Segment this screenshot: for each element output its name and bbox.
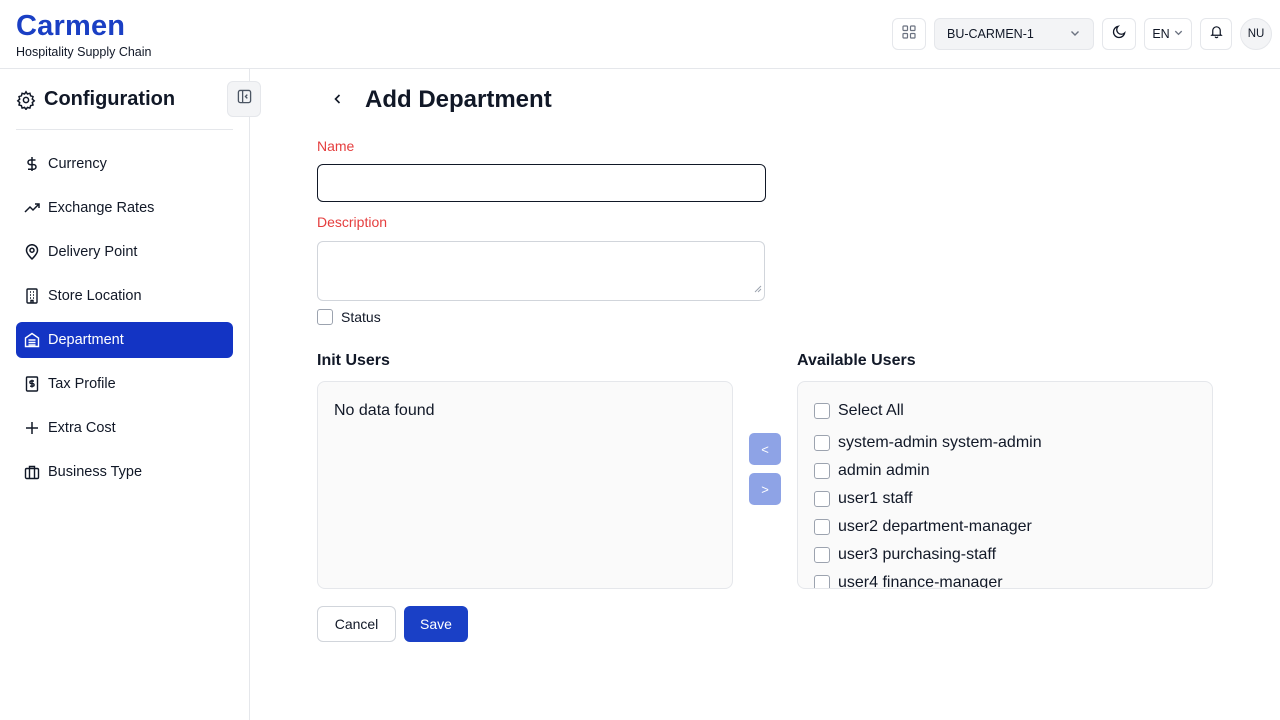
resize-grip-icon[interactable]: [754, 280, 762, 298]
building-icon: [24, 288, 40, 304]
top-header: Carmen Hospitality Supply Chain BU-CARME…: [0, 0, 1280, 69]
department-icon: [24, 332, 40, 348]
list-item[interactable]: system-admin system-admin: [814, 434, 1042, 452]
sidebar-header: Configuration: [16, 81, 233, 130]
user-name: admin admin: [838, 462, 930, 479]
brand-subtitle: Hospitality Supply Chain: [16, 45, 152, 59]
sidebar: Configuration Currency Exchange Rates De…: [0, 69, 261, 720]
language-select[interactable]: EN: [1144, 18, 1192, 50]
sidebar-item-tax-profile[interactable]: Tax Profile: [16, 366, 233, 402]
sidebar-collapse-button[interactable]: [227, 81, 261, 117]
sidebar-item-currency[interactable]: Currency: [16, 146, 233, 182]
chevron-down-icon: [1069, 27, 1081, 42]
chevron-left-icon: [332, 92, 344, 110]
brand-title: Carmen: [16, 10, 126, 42]
status-checkbox[interactable]: [317, 309, 333, 325]
cancel-button[interactable]: Cancel: [317, 606, 396, 642]
select-all-label: Select All: [838, 402, 904, 419]
user-checkbox[interactable]: [814, 435, 830, 451]
sidebar-item-store-location[interactable]: Store Location: [16, 278, 233, 314]
sidebar-item-label: Store Location: [48, 288, 142, 304]
empty-state-text: No data found: [334, 402, 435, 419]
bell-icon: [1209, 24, 1224, 44]
sidebar-item-label: Business Type: [48, 464, 143, 480]
panel-left-icon: [237, 89, 252, 109]
move-left-button[interactable]: <: [749, 433, 781, 465]
sidebar-item-label: Extra Cost: [48, 420, 116, 436]
user-name: user4 finance-manager: [838, 574, 1003, 589]
sidebar-item-delivery-point[interactable]: Delivery Point: [16, 234, 233, 270]
user-checkbox[interactable]: [814, 463, 830, 479]
user-name: user2 department-manager: [838, 518, 1032, 535]
chevron-down-icon: [1173, 27, 1184, 41]
user-checkbox[interactable]: [814, 491, 830, 507]
user-checkbox[interactable]: [814, 547, 830, 563]
sidebar-item-label: Tax Profile: [48, 376, 116, 392]
business-unit-value: BU-CARMEN-1: [947, 27, 1034, 41]
language-value: EN: [1152, 27, 1170, 41]
available-users-label: Available Users: [797, 352, 916, 369]
user-checkbox[interactable]: [814, 519, 830, 535]
sidebar-item-extra-cost[interactable]: Extra Cost: [16, 410, 233, 446]
plus-icon: [24, 420, 40, 436]
sidebar-item-label: Currency: [48, 156, 107, 172]
user-avatar[interactable]: NU: [1240, 18, 1272, 50]
user-checkbox[interactable]: [814, 575, 830, 588]
user-name: user3 purchasing-staff: [838, 546, 997, 563]
select-all-row[interactable]: Select All: [814, 402, 904, 420]
page-title: Add Department: [365, 86, 552, 113]
list-item[interactable]: user4 finance-manager: [814, 574, 1003, 589]
brand[interactable]: Carmen Hospitality Supply Chain: [16, 10, 152, 60]
list-item[interactable]: admin admin: [814, 462, 930, 480]
list-item[interactable]: user2 department-manager: [814, 518, 1032, 536]
name-input[interactable]: [317, 164, 766, 202]
available-users-list[interactable]: Select All system-admin system-admin adm…: [797, 381, 1213, 589]
user-name: user1 staff: [838, 490, 913, 507]
back-button[interactable]: [327, 90, 349, 112]
gear-icon: [16, 90, 36, 115]
moon-icon: [1112, 24, 1127, 44]
status-label: Status: [341, 309, 381, 325]
business-unit-select[interactable]: BU-CARMEN-1: [934, 18, 1094, 50]
sidebar-item-label: Exchange Rates: [48, 200, 155, 216]
sidebar-item-exchange-rates[interactable]: Exchange Rates: [16, 190, 233, 226]
name-label: Name: [317, 138, 355, 154]
list-item[interactable]: user1 staff: [814, 490, 912, 508]
init-users-label: Init Users: [317, 352, 390, 369]
status-field: Status: [317, 309, 381, 325]
init-users-list[interactable]: No data found: [317, 381, 733, 589]
sidebar-item-label: Department: [48, 332, 124, 348]
list-item[interactable]: user3 purchasing-staff: [814, 546, 996, 564]
sidebar-item-label: Delivery Point: [48, 244, 138, 260]
move-right-button[interactable]: >: [749, 473, 781, 505]
description-textarea[interactable]: [317, 241, 765, 301]
description-label: Description: [317, 214, 388, 230]
notifications-button[interactable]: [1200, 18, 1232, 50]
user-name: system-admin system-admin: [838, 434, 1042, 451]
theme-toggle-button[interactable]: [1102, 18, 1136, 50]
grid-icon: [902, 24, 916, 44]
sidebar-item-business-type[interactable]: Business Type: [16, 454, 233, 490]
apps-button[interactable]: [892, 18, 926, 50]
sidebar-title: Configuration: [44, 88, 176, 110]
save-button[interactable]: Save: [404, 606, 468, 642]
trending-up-icon: [24, 200, 40, 216]
receipt-icon: [24, 376, 40, 392]
briefcase-icon: [24, 464, 40, 480]
select-all-checkbox[interactable]: [814, 403, 830, 419]
dollar-icon: [24, 156, 40, 172]
sidebar-item-department[interactable]: Department: [16, 322, 233, 358]
map-pin-icon: [24, 244, 40, 260]
